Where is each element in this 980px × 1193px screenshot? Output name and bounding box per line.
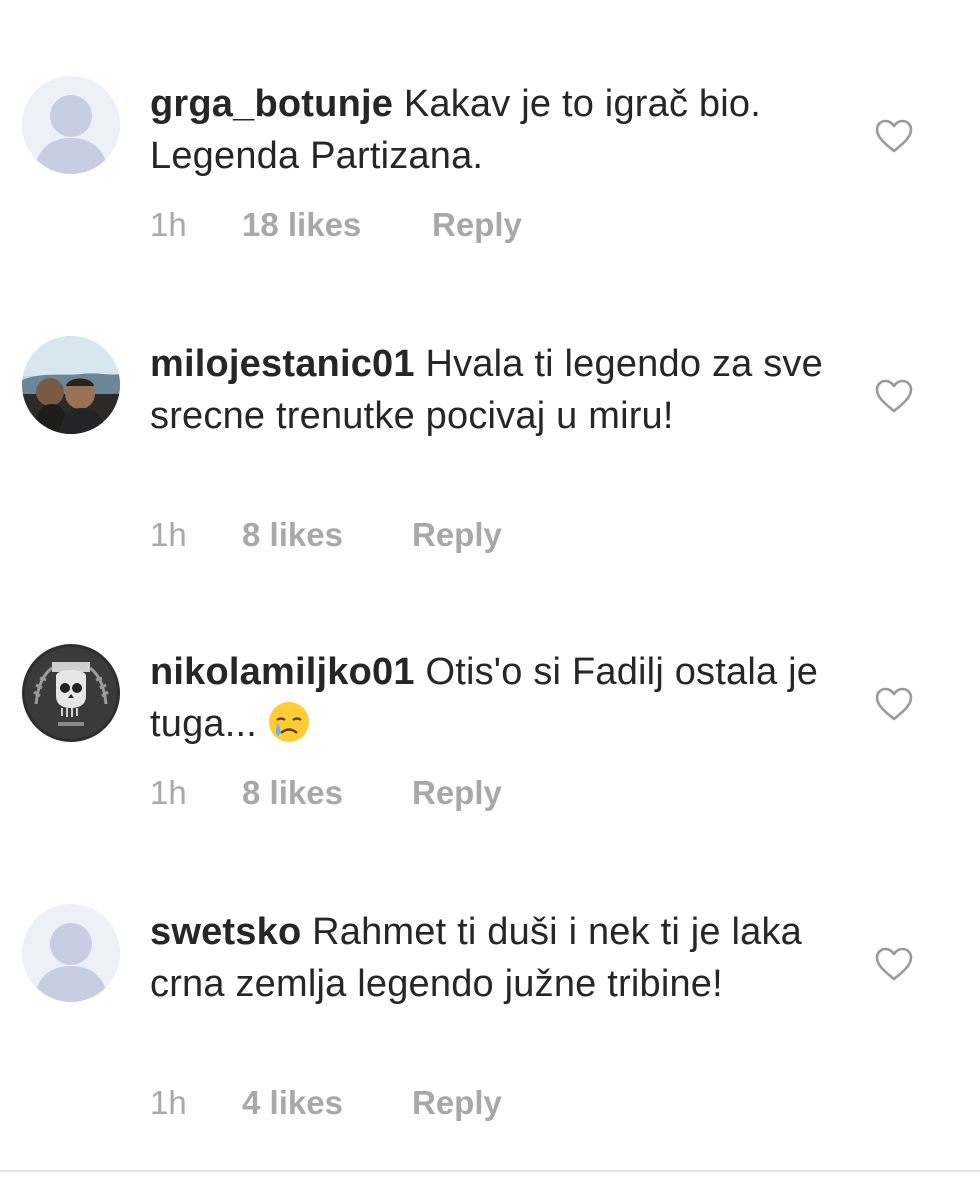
reply-button[interactable]: Reply [432, 206, 522, 244]
default-avatar-icon [22, 76, 120, 174]
username-link[interactable]: swetsko [150, 911, 301, 953]
avatar[interactable] [22, 336, 120, 434]
reply-button[interactable]: Reply [412, 1084, 502, 1122]
likes-count[interactable]: 8 likes [242, 774, 412, 812]
default-avatar-icon [22, 904, 120, 1002]
likes-count[interactable]: 18 likes [242, 206, 432, 244]
bottom-divider [0, 1170, 980, 1172]
like-heart-icon[interactable] [874, 378, 914, 414]
comment-meta: 1h 18 likes Reply [150, 206, 522, 244]
username-link[interactable]: grga_botunje [150, 83, 393, 125]
avatar[interactable] [22, 76, 120, 174]
comment-text: grga_botunje Kakav je to igrač bio. Lege… [150, 78, 830, 182]
likes-count[interactable]: 4 likes [242, 1084, 412, 1122]
comment-meta: 1h 8 likes Reply [150, 516, 502, 554]
like-heart-icon[interactable] [874, 686, 914, 722]
reply-button[interactable]: Reply [412, 774, 502, 812]
likes-count[interactable]: 8 likes [242, 516, 412, 554]
timestamp: 1h [150, 206, 187, 243]
comment-text: nikolamiljko01 Otis'o si Fadilj ostala j… [150, 646, 830, 750]
skull-emblem-avatar-icon [22, 644, 120, 742]
avatar[interactable] [22, 904, 120, 1002]
username-link[interactable]: nikolamiljko01 [150, 651, 415, 693]
timestamp: 1h [150, 1084, 187, 1121]
comment-meta: 1h 4 likes Reply [150, 1084, 502, 1122]
like-heart-icon[interactable] [874, 118, 914, 154]
comment-text: milojestanic01 Hvala ti legendo za sve s… [150, 338, 830, 442]
timestamp: 1h [150, 516, 187, 553]
username-link[interactable]: milojestanic01 [150, 343, 415, 385]
like-heart-icon[interactable] [874, 946, 914, 982]
comment-meta: 1h 8 likes Reply [150, 774, 502, 812]
crying-face-icon [269, 702, 310, 742]
avatar[interactable] [22, 644, 120, 742]
photo-avatar-icon [22, 336, 120, 434]
reply-button[interactable]: Reply [412, 516, 502, 554]
comment-text: swetsko Rahmet ti duši i nek ti je laka … [150, 906, 830, 1010]
timestamp: 1h [150, 774, 187, 811]
